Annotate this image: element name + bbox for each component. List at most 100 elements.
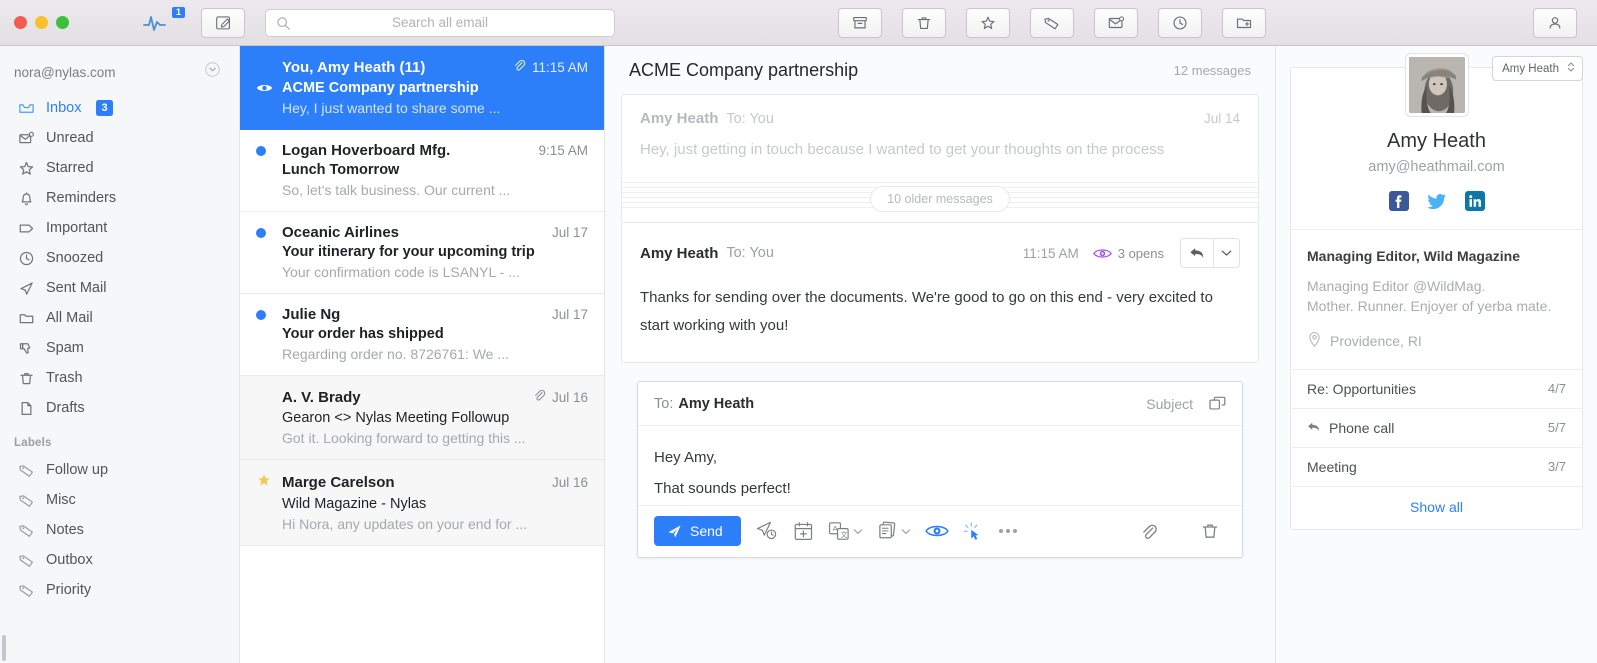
eye-icon: [256, 82, 273, 96]
composer-body-line: Hey Amy,: [654, 448, 718, 466]
folder-icon: [18, 310, 35, 327]
sidebar-item-label: Sent Mail: [46, 280, 107, 296]
sidebar-label-text: Notes: [46, 522, 84, 538]
person-icon: [1549, 16, 1561, 29]
mark-unread-button[interactable]: [1094, 7, 1138, 38]
nylas-logo[interactable]: 1: [143, 6, 185, 36]
archive-button[interactable]: [838, 7, 882, 38]
thread-list-item[interactable]: Marge Carelson Jul 16 Wild Magazine - Ny…: [240, 460, 604, 546]
sidebar-item-reminders[interactable]: Reminders: [0, 183, 239, 213]
calendar-add-button[interactable]: [793, 521, 814, 542]
attachment-icon: [512, 58, 526, 77]
thread-sender: Marge Carelson: [282, 474, 395, 491]
thread-subject: Lunch Tomorrow: [282, 162, 400, 178]
sidebar-item-important[interactable]: Important: [0, 213, 239, 243]
activity-row[interactable]: Meeting 3/7: [1291, 446, 1582, 486]
tag-icon: [18, 522, 35, 539]
activity-row[interactable]: Re: Opportunities 4/7: [1291, 368, 1582, 408]
tag-button[interactable]: [1030, 7, 1074, 38]
move-to-folder-button[interactable]: [1222, 7, 1266, 38]
select-updown-icon: [1567, 61, 1575, 76]
snooze-button[interactable]: [1158, 7, 1202, 38]
avatar: [1405, 54, 1468, 116]
thread-list-item[interactable]: You, Amy Heath (11) 11:15 AM ACME Compan…: [240, 46, 604, 130]
activity-value: 5/7: [1547, 420, 1566, 436]
account-chevron-down-icon[interactable]: [204, 61, 221, 83]
contact-selector[interactable]: Amy Heath: [1492, 56, 1583, 81]
composer-to-value[interactable]: Amy Heath: [678, 396, 754, 412]
send-later-icon: [756, 521, 776, 540]
older-messages-divider[interactable]: 10 older messages: [621, 176, 1259, 222]
thread-sender: Logan Hoverboard Mfg.: [282, 142, 451, 159]
delete-draft-button[interactable]: [1200, 521, 1220, 541]
reply-options-button[interactable]: [1213, 239, 1239, 267]
popout-icon[interactable]: [1209, 396, 1226, 411]
templates-button[interactable]: [877, 521, 911, 541]
facebook-icon[interactable]: [1388, 191, 1409, 211]
account-button[interactable]: [1533, 7, 1577, 38]
activity-pulse-icon: [143, 15, 166, 31]
attachment-button[interactable]: [1139, 522, 1158, 541]
sidebar-label-misc[interactable]: Misc: [0, 485, 239, 515]
thread-list-item[interactable]: Oceanic Airlines Jul 17 Your itinerary f…: [240, 212, 604, 294]
sidebar-item-snoozed[interactable]: Snoozed: [0, 243, 239, 273]
sidebar-label-outbox[interactable]: Outbox: [0, 545, 239, 575]
translate-button[interactable]: A文: [828, 521, 863, 541]
reply-button[interactable]: [1181, 239, 1213, 267]
message-recipient: To: You: [726, 110, 774, 127]
thread-list-item[interactable]: Logan Hoverboard Mfg. 9:15 AM Lunch Tomo…: [240, 130, 604, 212]
sidebar-item-inbox[interactable]: Inbox 3: [0, 93, 239, 123]
sidebar-item-drafts[interactable]: Drafts: [0, 393, 239, 423]
search-bar[interactable]: [265, 8, 615, 37]
sidebar-item-starred[interactable]: Starred: [0, 153, 239, 183]
thread-list-item[interactable]: A. V. Brady Jul 16 Gearon <> Nylas Meeti…: [240, 376, 604, 460]
close-button[interactable]: [14, 16, 27, 29]
composer-subject-toggle[interactable]: Subject: [1146, 396, 1193, 412]
sidebar-item-all-mail[interactable]: All Mail: [0, 303, 239, 333]
composer-body[interactable]: Hey Amy, That sounds perfect!: [638, 426, 1242, 505]
svg-text:文: 文: [840, 530, 847, 539]
composer: To: Amy Heath Subject Hey Amy, That soun…: [637, 380, 1243, 558]
sidebar-item-spam[interactable]: Spam: [0, 333, 239, 363]
thread-list-item[interactable]: Julie Ng Jul 17 Your order has shipped R…: [240, 294, 604, 376]
open-count: 3 opens: [1117, 245, 1164, 261]
link-tracking-button[interactable]: [963, 520, 985, 542]
zoom-button[interactable]: [56, 16, 69, 29]
read-receipt-button[interactable]: [924, 523, 949, 539]
contact-card: Amy Heath amy@heathmail.com Managing Edi…: [1290, 54, 1583, 530]
thumbs-down-icon: [18, 340, 35, 357]
sidebar: nora@nylas.com Inbox 3 Unread Starred Re…: [0, 46, 240, 663]
sidebar-label-follow-up[interactable]: Follow up: [0, 455, 239, 485]
templates-icon: [878, 521, 895, 539]
sidebar-item-trash[interactable]: Trash: [0, 363, 239, 393]
thread-time: 9:15 AM: [538, 143, 588, 158]
sidebar-scrollbar[interactable]: [2, 635, 6, 661]
more-options-button[interactable]: [998, 529, 1017, 533]
sidebar-label-notes[interactable]: Notes: [0, 515, 239, 545]
trash-button[interactable]: [902, 7, 946, 38]
star-button[interactable]: [966, 7, 1010, 38]
account-row[interactable]: nora@nylas.com: [0, 58, 239, 93]
older-messages-pill[interactable]: 10 older messages: [870, 186, 1010, 212]
send-button[interactable]: Send: [654, 516, 741, 546]
sidebar-item-sent-mail[interactable]: Sent Mail: [0, 273, 239, 303]
show-all-button[interactable]: Show all: [1291, 485, 1582, 529]
thread-sender: A. V. Brady: [282, 389, 361, 406]
search-input[interactable]: [266, 9, 614, 36]
sidebar-item-unread[interactable]: Unread: [0, 123, 239, 153]
twitter-icon[interactable]: [1426, 191, 1447, 211]
tag-icon: [18, 462, 35, 479]
message-scroll-area: Amy Heath To: You Jul 14 Hey, just getti…: [605, 94, 1275, 663]
thread-sender: Julie Ng: [282, 306, 341, 323]
sidebar-item-label: Trash: [46, 370, 83, 386]
open-tracking-eye-icon: [1092, 247, 1112, 260]
message-collapsed[interactable]: Amy Heath To: You Jul 14 Hey, just getti…: [621, 94, 1259, 176]
star-icon[interactable]: [256, 472, 272, 493]
send-later-button[interactable]: [755, 520, 779, 542]
linkedin-icon[interactable]: [1464, 191, 1485, 211]
activity-row[interactable]: Phone call 5/7: [1291, 407, 1582, 447]
sidebar-label-priority[interactable]: Priority: [0, 575, 239, 605]
minimize-button[interactable]: [35, 16, 48, 29]
compose-button[interactable]: [201, 7, 245, 38]
trash-icon: [917, 16, 931, 29]
